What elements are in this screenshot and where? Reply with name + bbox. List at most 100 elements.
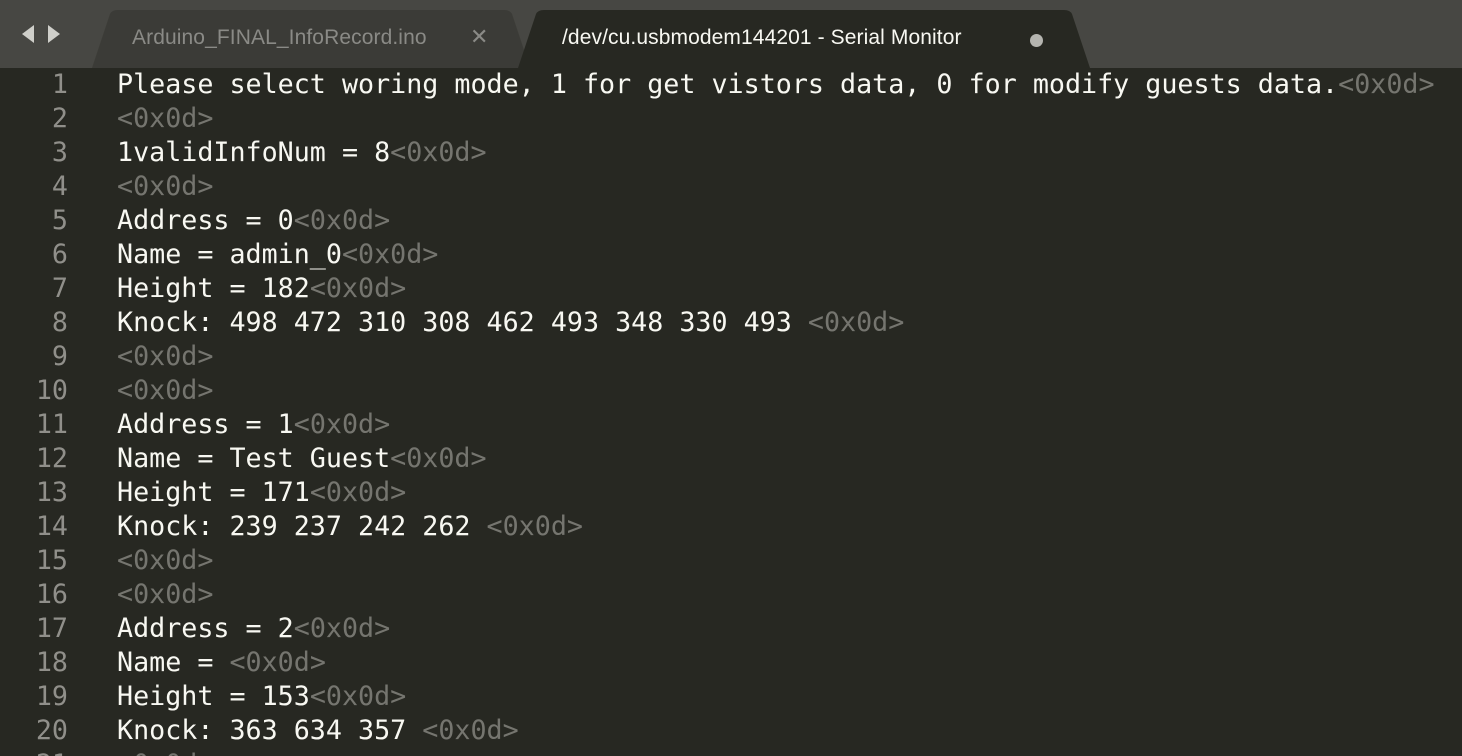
line-number: 2 [51, 103, 68, 134]
line-text: Height = 171 [117, 477, 310, 508]
chevron-left-icon[interactable] [20, 24, 36, 44]
unsaved-dot-icon[interactable] [1030, 34, 1043, 47]
tab-bar: Arduino_FINAL_InfoRecord.ino ✕ /dev/cu.u… [0, 0, 1462, 68]
carriage-return-marker: <0x0d> [117, 545, 214, 576]
line-text: Knock: 239 237 242 262 [117, 511, 487, 542]
line-number: 21 [0, 748, 68, 756]
editor-line[interactable]: 18 Name = <0x0d> [0, 646, 1462, 680]
editor-line[interactable]: 1 Please select woring mode, 1 for get vi… [0, 68, 1462, 102]
carriage-return-marker: <0x0d> [293, 409, 391, 440]
editor-line[interactable]: 19 Height = 153<0x0d> [0, 680, 1462, 714]
carriage-return-marker: <0x0d> [293, 205, 391, 236]
editor-line[interactable]: 14 Knock: 239 237 242 262 <0x0d> [0, 510, 1462, 544]
carriage-return-marker: <0x0d> [807, 307, 905, 338]
line-number: 3 [51, 137, 68, 168]
line-text: Please select woring mode, 1 for get vis… [117, 69, 1339, 100]
line-text: Name = Test Guest [117, 443, 391, 474]
line-number: 18 [35, 647, 68, 678]
editor-line[interactable]: 5 Address = 0<0x0d> [0, 204, 1462, 238]
line-text: Address = 0 [117, 205, 294, 236]
editor-line[interactable]: 9 <0x0d> [0, 340, 1462, 374]
line-content: 1validInfoNum = 8<0x0d> [117, 136, 487, 170]
line-number: 6 [51, 239, 68, 270]
line-number: 16 [35, 579, 68, 610]
editor-line[interactable]: 12 Name = Test Guest<0x0d> [0, 442, 1462, 476]
line-text: Knock: 363 634 357 [117, 715, 423, 746]
editor-line[interactable]: 2 <0x0d> [0, 102, 1462, 136]
carriage-return-marker: <0x0d> [341, 239, 439, 270]
editor-line[interactable]: 20 Knock: 363 634 357 <0x0d> [0, 714, 1462, 748]
carriage-return-marker: <0x0d> [422, 715, 519, 746]
carriage-return-marker: <0x0d> [486, 511, 583, 542]
line-content: <0x0d> [117, 340, 213, 374]
line-text: Address = 1 [117, 409, 294, 440]
editor-line[interactable]: 17 Address = 2<0x0d> [0, 612, 1462, 646]
line-text: 1validInfoNum = 8 [117, 137, 391, 168]
carriage-return-marker: <0x0d> [117, 103, 214, 134]
editor-line[interactable]: 15 <0x0d> [0, 544, 1462, 578]
line-number: 14 [35, 511, 68, 542]
serial-monitor-editor[interactable]: 1 Please select woring mode, 1 for get vi… [0, 68, 1462, 756]
editor-line[interactable]: 7 Height = 182<0x0d> [0, 272, 1462, 306]
line-content: <0x0d> [117, 170, 213, 204]
editor-line[interactable]: 13 Height = 171<0x0d> [0, 476, 1462, 510]
line-number: 5 [51, 205, 68, 236]
line-text: Name = [117, 647, 230, 678]
line-number: 12 [35, 443, 68, 474]
line-number: 15 [35, 545, 68, 576]
line-content: <0x0d> [117, 748, 213, 756]
line-text: Knock: 498 472 310 308 462 493 348 330 4… [117, 307, 808, 338]
editor-line[interactable]: 8 Knock: 498 472 310 308 462 493 348 330 … [0, 306, 1462, 340]
line-number: 4 [51, 171, 68, 202]
carriage-return-marker: <0x0d> [117, 341, 214, 372]
line-number: 11 [35, 409, 68, 440]
line-number: 19 [35, 681, 68, 712]
editor-line[interactable]: 4 <0x0d> [0, 170, 1462, 204]
editor-line[interactable]: 3 1validInfoNum = 8<0x0d> [0, 136, 1462, 170]
carriage-return-marker: <0x0d> [309, 477, 407, 508]
carriage-return-marker: <0x0d> [1338, 69, 1435, 100]
carriage-return-marker: <0x0d> [390, 443, 487, 474]
line-text: Address = 2 [117, 613, 294, 644]
tab-arduino-ino[interactable]: Arduino_FINAL_InfoRecord.ino ✕ [92, 10, 532, 68]
tab-label: /dev/cu.usbmodem144201 - Serial Monitor [562, 26, 962, 49]
carriage-return-marker: <0x0d> [293, 613, 391, 644]
carriage-return-marker: <0x0d> [309, 681, 407, 712]
line-number: 20 [35, 715, 68, 746]
line-content: Knock: 239 237 242 262 <0x0d> [117, 510, 583, 544]
line-content: Knock: 363 634 357 <0x0d> [117, 714, 519, 748]
tab-label: Arduino_FINAL_InfoRecord.ino [132, 26, 427, 49]
line-content: Name = admin_0<0x0d> [117, 238, 438, 272]
line-number: 7 [51, 273, 68, 304]
line-content: Height = 171<0x0d> [117, 476, 406, 510]
editor-line[interactable]: 11 Address = 1<0x0d> [0, 408, 1462, 442]
line-content: Please select woring mode, 1 for get vis… [117, 68, 1435, 102]
editor-line[interactable]: 10 <0x0d> [0, 374, 1462, 408]
close-icon[interactable]: ✕ [470, 27, 488, 49]
carriage-return-marker: <0x0d> [390, 137, 487, 168]
line-number: 9 [51, 341, 68, 372]
editor-line[interactable]: 21 <0x0d> [0, 748, 1462, 756]
carriage-return-marker: <0x0d> [117, 749, 213, 756]
line-content: Height = 153<0x0d> [117, 680, 406, 714]
line-number: 13 [35, 477, 68, 508]
line-number: 10 [35, 375, 68, 406]
line-content: Height = 182<0x0d> [117, 272, 406, 306]
carriage-return-marker: <0x0d> [117, 375, 214, 406]
line-text: Name = admin_0 [117, 239, 342, 270]
line-content: Name = Test Guest<0x0d> [117, 442, 487, 476]
editor-line[interactable]: 16 <0x0d> [0, 578, 1462, 612]
line-text: Height = 182 [117, 273, 310, 304]
line-text: Height = 153 [117, 681, 310, 712]
line-number: 17 [35, 613, 68, 644]
line-number: 8 [51, 307, 68, 338]
nav-arrows [20, 24, 62, 46]
editor-window: Arduino_FINAL_InfoRecord.ino ✕ /dev/cu.u… [0, 0, 1462, 756]
chevron-right-icon[interactable] [46, 24, 62, 44]
line-content: Address = 0<0x0d> [117, 204, 390, 238]
line-content: Address = 2<0x0d> [117, 612, 390, 646]
carriage-return-marker: <0x0d> [309, 273, 407, 304]
tab-serial-monitor[interactable]: /dev/cu.usbmodem144201 - Serial Monitor [518, 10, 1090, 68]
editor-line[interactable]: 6 Name = admin_0<0x0d> [0, 238, 1462, 272]
line-content: <0x0d> [117, 544, 213, 578]
